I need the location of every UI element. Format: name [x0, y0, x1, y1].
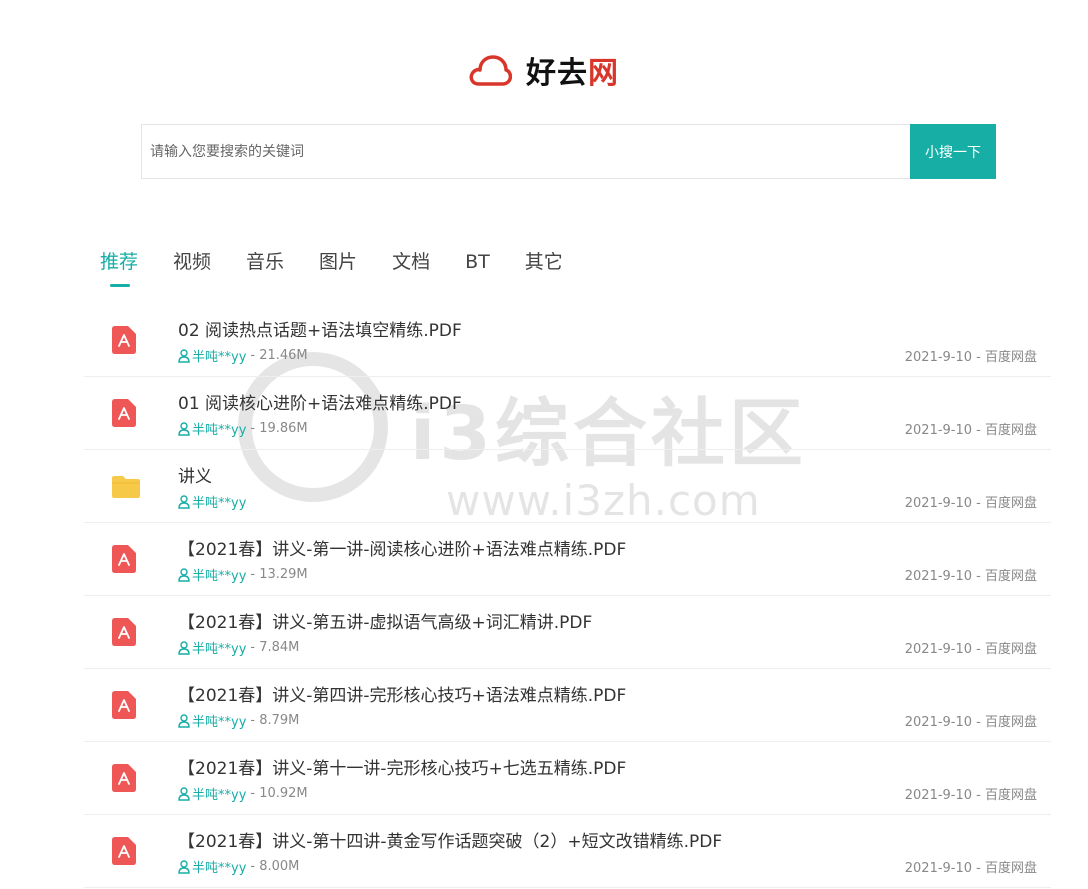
tab-4[interactable]: 文档 — [392, 248, 430, 288]
category-tabs: 推荐 视频 音乐 图片 文档 BT 其它 — [100, 248, 598, 288]
item-title[interactable]: 02 阅读热点话题+语法填空精练.PDF — [178, 316, 462, 341]
item-date-source: 2021-9-10 - 百度网盘 — [904, 350, 1037, 365]
item-size: - 8.00M — [250, 859, 300, 874]
user-icon — [178, 567, 190, 582]
item-user[interactable]: 半吨**yy — [192, 346, 246, 365]
item-user[interactable]: 半吨**yy — [192, 565, 246, 584]
item-size: - 10.92M — [250, 786, 308, 801]
user-icon — [178, 786, 190, 801]
page: 好去网 小搜一下 i3综合社区 www.i3zh.com 推荐视频音乐图片文档B… — [0, 0, 1088, 889]
folder-icon — [112, 476, 140, 498]
pdf-file-icon — [112, 691, 136, 719]
tab-5[interactable]: BT — [465, 248, 490, 288]
list-item[interactable]: 【2021春】讲义-第十四讲-黄金写作话题突破（2）+短文改错精练.PDF 半吨… — [84, 815, 1051, 888]
item-meta: 半吨**yy - 8.00M — [178, 857, 299, 876]
item-title[interactable]: 讲义 — [178, 462, 212, 487]
user-icon — [178, 640, 190, 655]
pdf-file-icon — [112, 764, 136, 792]
search-button[interactable]: 小搜一下 — [910, 124, 996, 179]
item-meta: 半吨**yy - 19.86M — [178, 419, 308, 438]
item-date-source: 2021-9-10 - 百度网盘 — [904, 715, 1037, 730]
item-meta: 半吨**yy - 13.29M — [178, 565, 308, 584]
result-list: 02 阅读热点话题+语法填空精练.PDF 半吨**yy - 21.46M 202… — [84, 304, 1051, 888]
item-user[interactable]: 半吨**yy — [192, 857, 246, 876]
tab-3[interactable]: 图片 — [319, 248, 357, 288]
item-user[interactable]: 半吨**yy — [192, 638, 246, 657]
pdf-file-icon — [112, 618, 136, 646]
tab-0[interactable]: 推荐 — [100, 248, 138, 288]
tab-2[interactable]: 音乐 — [246, 248, 284, 288]
user-icon — [178, 348, 190, 363]
item-meta: 半吨**yy - 8.79M — [178, 711, 299, 730]
list-item[interactable]: 【2021春】讲义-第十一讲-完形核心技巧+七选五精练.PDF 半吨**yy -… — [84, 742, 1051, 815]
item-size: - 21.46M — [250, 348, 308, 363]
item-date-source: 2021-9-10 - 百度网盘 — [904, 569, 1037, 584]
item-title[interactable]: 【2021春】讲义-第一讲-阅读核心进阶+语法难点精练.PDF — [178, 535, 626, 560]
pdf-file-icon — [112, 837, 136, 865]
pdf-file-icon — [112, 545, 136, 573]
item-size: - 7.84M — [250, 640, 300, 655]
tab-1[interactable]: 视频 — [173, 248, 211, 288]
item-size: - 13.29M — [250, 567, 308, 582]
item-user[interactable]: 半吨**yy — [192, 711, 246, 730]
item-user[interactable]: 半吨**yy — [192, 784, 246, 803]
cloud-icon — [469, 55, 512, 86]
logo-text-accent: 网 — [588, 56, 619, 91]
item-date-source: 2021-9-10 - 百度网盘 — [904, 642, 1037, 657]
item-meta: 半吨**yy - 7.84M — [178, 638, 299, 657]
item-meta: 半吨**yy - 21.46M — [178, 346, 308, 365]
list-item[interactable]: 【2021春】讲义-第四讲-完形核心技巧+语法难点精练.PDF 半吨**yy -… — [84, 669, 1051, 742]
item-date-source: 2021-9-10 - 百度网盘 — [904, 788, 1037, 803]
item-title[interactable]: 【2021春】讲义-第十一讲-完形核心技巧+七选五精练.PDF — [178, 754, 626, 779]
item-date-source: 2021-9-10 - 百度网盘 — [904, 496, 1037, 511]
user-icon — [178, 421, 190, 436]
item-title[interactable]: 01 阅读核心进阶+语法难点精练.PDF — [178, 389, 462, 414]
item-date-source: 2021-9-10 - 百度网盘 — [904, 423, 1037, 438]
user-icon — [178, 494, 190, 509]
user-icon — [178, 859, 190, 874]
search-bar: 小搜一下 — [141, 124, 996, 179]
list-item[interactable]: 02 阅读热点话题+语法填空精练.PDF 半吨**yy - 21.46M 202… — [84, 304, 1051, 377]
site-logo[interactable]: 好去网 — [468, 48, 619, 92]
list-item[interactable]: 讲义 半吨**yy 2021-9-10 - 百度网盘 — [84, 450, 1051, 523]
logo-text-main: 好去 — [526, 56, 588, 91]
pdf-file-icon — [112, 326, 136, 354]
item-size: - 8.79M — [250, 713, 300, 728]
item-date-source: 2021-9-10 - 百度网盘 — [904, 861, 1037, 876]
item-title[interactable]: 【2021春】讲义-第五讲-虚拟语气高级+词汇精讲.PDF — [178, 608, 592, 633]
logo-text: 好去网 — [526, 48, 619, 92]
item-title[interactable]: 【2021春】讲义-第四讲-完形核心技巧+语法难点精练.PDF — [178, 681, 626, 706]
item-size: - 19.86M — [250, 421, 308, 436]
tab-6[interactable]: 其它 — [525, 248, 563, 288]
list-item[interactable]: 【2021春】讲义-第五讲-虚拟语气高级+词汇精讲.PDF 半吨**yy - 7… — [84, 596, 1051, 669]
item-meta: 半吨**yy - 10.92M — [178, 784, 308, 803]
user-icon — [178, 713, 190, 728]
list-item[interactable]: 【2021春】讲义-第一讲-阅读核心进阶+语法难点精练.PDF 半吨**yy -… — [84, 523, 1051, 596]
item-user[interactable]: 半吨**yy — [192, 492, 246, 511]
search-input[interactable] — [141, 124, 910, 179]
item-title[interactable]: 【2021春】讲义-第十四讲-黄金写作话题突破（2）+短文改错精练.PDF — [178, 827, 722, 852]
list-item[interactable]: 01 阅读核心进阶+语法难点精练.PDF 半吨**yy - 19.86M 202… — [84, 377, 1051, 450]
item-user[interactable]: 半吨**yy — [192, 419, 246, 438]
pdf-file-icon — [112, 399, 136, 427]
item-meta: 半吨**yy — [178, 492, 250, 511]
